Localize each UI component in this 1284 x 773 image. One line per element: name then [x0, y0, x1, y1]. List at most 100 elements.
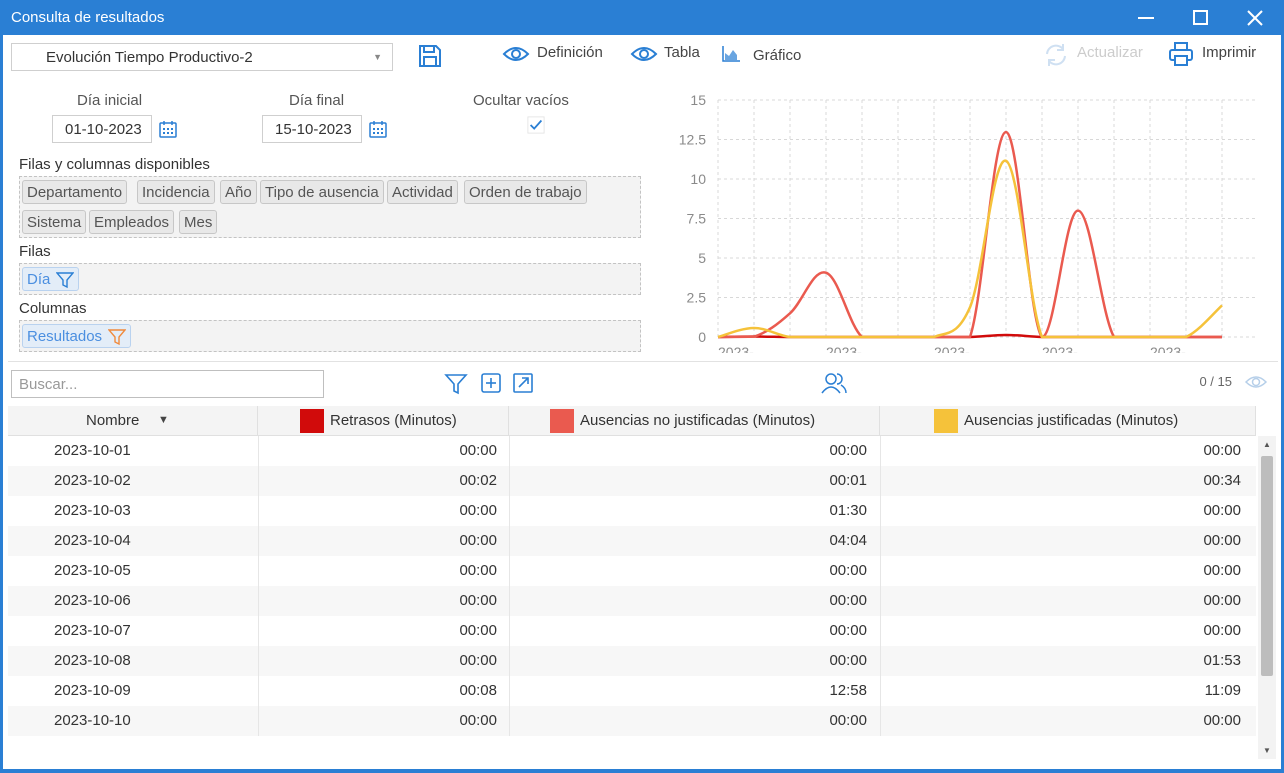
row-delays-cell: 00:00	[459, 592, 497, 609]
row-delays-cell: 00:00	[459, 562, 497, 579]
hide-empty-label: Ocultar vacíos	[473, 92, 569, 109]
vertical-scrollbar[interactable]: ▲ ▼	[1258, 436, 1276, 759]
export-icon[interactable]	[512, 372, 534, 394]
chip-anio[interactable]: Año	[220, 180, 257, 204]
chip-empleados[interactable]: Empleados	[89, 210, 175, 234]
refresh-icon[interactable]	[1043, 42, 1069, 68]
chip-sistema[interactable]: Sistema	[22, 210, 87, 234]
header-delays-label: Retrasos (Minutos)	[330, 412, 457, 429]
row-name-cell: 2023-10-08	[54, 652, 131, 669]
refresh-button[interactable]: Actualizar	[1077, 44, 1143, 61]
header-delays[interactable]: Retrasos (Minutos)	[258, 406, 509, 436]
end-date-label: Día final	[289, 92, 345, 109]
row-name-cell: 2023-10-01	[54, 442, 131, 459]
chip-departamento[interactable]: Departamento	[22, 180, 128, 204]
definition-button[interactable]: Definición	[537, 44, 603, 61]
table-row[interactable]: 2023-10-02 00:02 00:01 00:34	[8, 466, 1256, 496]
end-date-input[interactable]: 15-10-2023	[262, 115, 362, 143]
filter-icon-rows[interactable]	[56, 271, 75, 289]
calendar-icon-end[interactable]	[368, 119, 388, 139]
header-justified-label: Ausencias justificadas (Minutos)	[964, 412, 1179, 429]
report-select[interactable]: Evolución Tiempo Productivo-2 ▼	[11, 43, 393, 71]
row-delays-cell: 00:08	[459, 682, 497, 699]
visible-counter: 0 / 15	[1199, 374, 1232, 389]
add-icon[interactable]	[480, 372, 502, 394]
available-fields-zone: Departamento Incidencia Año Tipo de ause…	[19, 176, 641, 238]
search-input[interactable]: Buscar...	[11, 370, 324, 398]
row-name-cell: 2023-10-02	[54, 472, 131, 489]
eye-icon-table[interactable]	[630, 44, 658, 64]
sort-desc-icon[interactable]: ▼	[158, 414, 169, 426]
save-icon[interactable]	[417, 43, 443, 69]
header-unjustified[interactable]: Ausencias no justificadas (Minutos)	[509, 406, 880, 436]
row-unjustified-cell: 00:00	[829, 712, 867, 729]
calendar-icon-start[interactable]	[158, 119, 178, 139]
table-row[interactable]: 2023-10-08 00:00 00:00 01:53	[8, 646, 1256, 676]
filter-icon[interactable]	[444, 372, 468, 396]
chip-incidencia[interactable]: Incidencia	[137, 180, 215, 204]
available-fields-label: Filas y columnas disponibles	[19, 156, 210, 173]
chart-x-axis: 2023-10-01 2023-10-04 2023-10-07 2023-10-10…	[718, 344, 1186, 353]
chip-actividad[interactable]: Actividad	[387, 180, 458, 204]
row-justified-cell: 11:09	[1204, 682, 1241, 699]
row-delays-cell: 00:00	[459, 502, 497, 519]
title-bar: Consulta de resultados	[0, 0, 1284, 35]
table-row[interactable]: 2023-10-04 00:00 04:04 00:00	[8, 526, 1256, 556]
table-row[interactable]: 2023-10-03 00:00 01:30 00:00	[8, 496, 1256, 526]
maximize-icon[interactable]	[1191, 8, 1211, 28]
columns-label: Columnas	[19, 300, 87, 317]
row-justified-cell: 00:00	[1203, 532, 1241, 549]
chip-dia-label: Día	[27, 271, 51, 288]
row-name-cell: 2023-10-06	[54, 592, 131, 609]
start-date-label: Día inicial	[77, 92, 143, 109]
eye-icon-definition[interactable]	[502, 44, 530, 64]
chip-dia[interactable]: Día	[22, 267, 80, 291]
users-icon[interactable]	[820, 371, 848, 395]
scrollbar-thumb[interactable]	[1261, 456, 1273, 676]
header-justified[interactable]: Ausencias justificadas (Minutos)	[880, 406, 1256, 436]
unjustified-swatch	[550, 409, 574, 433]
x-tick-label: 2023-10-13	[1150, 344, 1186, 353]
row-justified-cell: 00:00	[1203, 592, 1241, 609]
start-date-input[interactable]: 01-10-2023	[52, 115, 152, 143]
eye-icon-columns[interactable]	[1244, 373, 1268, 391]
row-delays-cell: 00:00	[459, 442, 497, 459]
chevron-down-icon: ▼	[373, 52, 382, 62]
row-delays-cell: 00:00	[459, 712, 497, 729]
x-tick-label: 2023-10-10	[1042, 344, 1078, 353]
scroll-down-icon[interactable]: ▼	[1263, 746, 1271, 755]
row-delays-cell: 00:00	[459, 622, 497, 639]
table-row[interactable]: 2023-10-01 00:00 00:00 00:00	[8, 436, 1256, 466]
row-unjustified-cell: 00:00	[829, 592, 867, 609]
x-tick-label: 2023-10-04	[826, 344, 862, 353]
chip-resultados[interactable]: Resultados	[22, 324, 132, 348]
close-icon[interactable]	[1245, 8, 1265, 28]
header-name[interactable]: Nombre ▼	[8, 406, 258, 436]
table-row[interactable]: 2023-10-09 00:08 12:58 11:09	[8, 676, 1256, 706]
row-justified-cell: 01:53	[1203, 652, 1241, 669]
chart-button[interactable]: Gráfico	[753, 47, 801, 64]
chip-mes[interactable]: Mes	[179, 210, 218, 234]
table-button[interactable]: Tabla	[664, 44, 700, 61]
scroll-up-icon[interactable]: ▲	[1263, 440, 1271, 449]
line-chart: 02.557.51012.515 2023-10-012023-10-04202…	[679, 92, 1258, 353]
row-name-cell: 2023-10-04	[54, 532, 131, 549]
filter-icon-columns[interactable]	[108, 328, 127, 346]
table-row[interactable]: 2023-10-10 00:00 00:00 00:00	[8, 706, 1256, 736]
table-row[interactable]: 2023-10-05 00:00 00:00 00:00	[8, 556, 1256, 586]
row-unjustified-cell: 12:58	[829, 682, 867, 699]
y-tick-label: 12.5	[679, 132, 706, 148]
chip-orden-trabajo[interactable]: Orden de trabajo	[464, 180, 587, 204]
row-delays-cell: 00:02	[459, 472, 497, 489]
row-justified-cell: 00:00	[1203, 622, 1241, 639]
print-button[interactable]: Imprimir	[1202, 44, 1256, 61]
area-chart-icon[interactable]	[721, 45, 741, 63]
table-row[interactable]: 2023-10-06 00:00 00:00 00:00	[8, 586, 1256, 616]
table-row[interactable]: 2023-10-07 00:00 00:00 00:00	[8, 616, 1256, 646]
y-tick-label: 2.5	[687, 290, 707, 306]
hide-empty-checkbox[interactable]	[527, 116, 545, 134]
print-icon[interactable]	[1168, 41, 1194, 67]
x-tick-label: 2023-10-01	[718, 344, 754, 353]
chip-tipo-ausencia[interactable]: Tipo de ausencia	[260, 180, 384, 204]
minimize-icon[interactable]	[1136, 8, 1156, 28]
